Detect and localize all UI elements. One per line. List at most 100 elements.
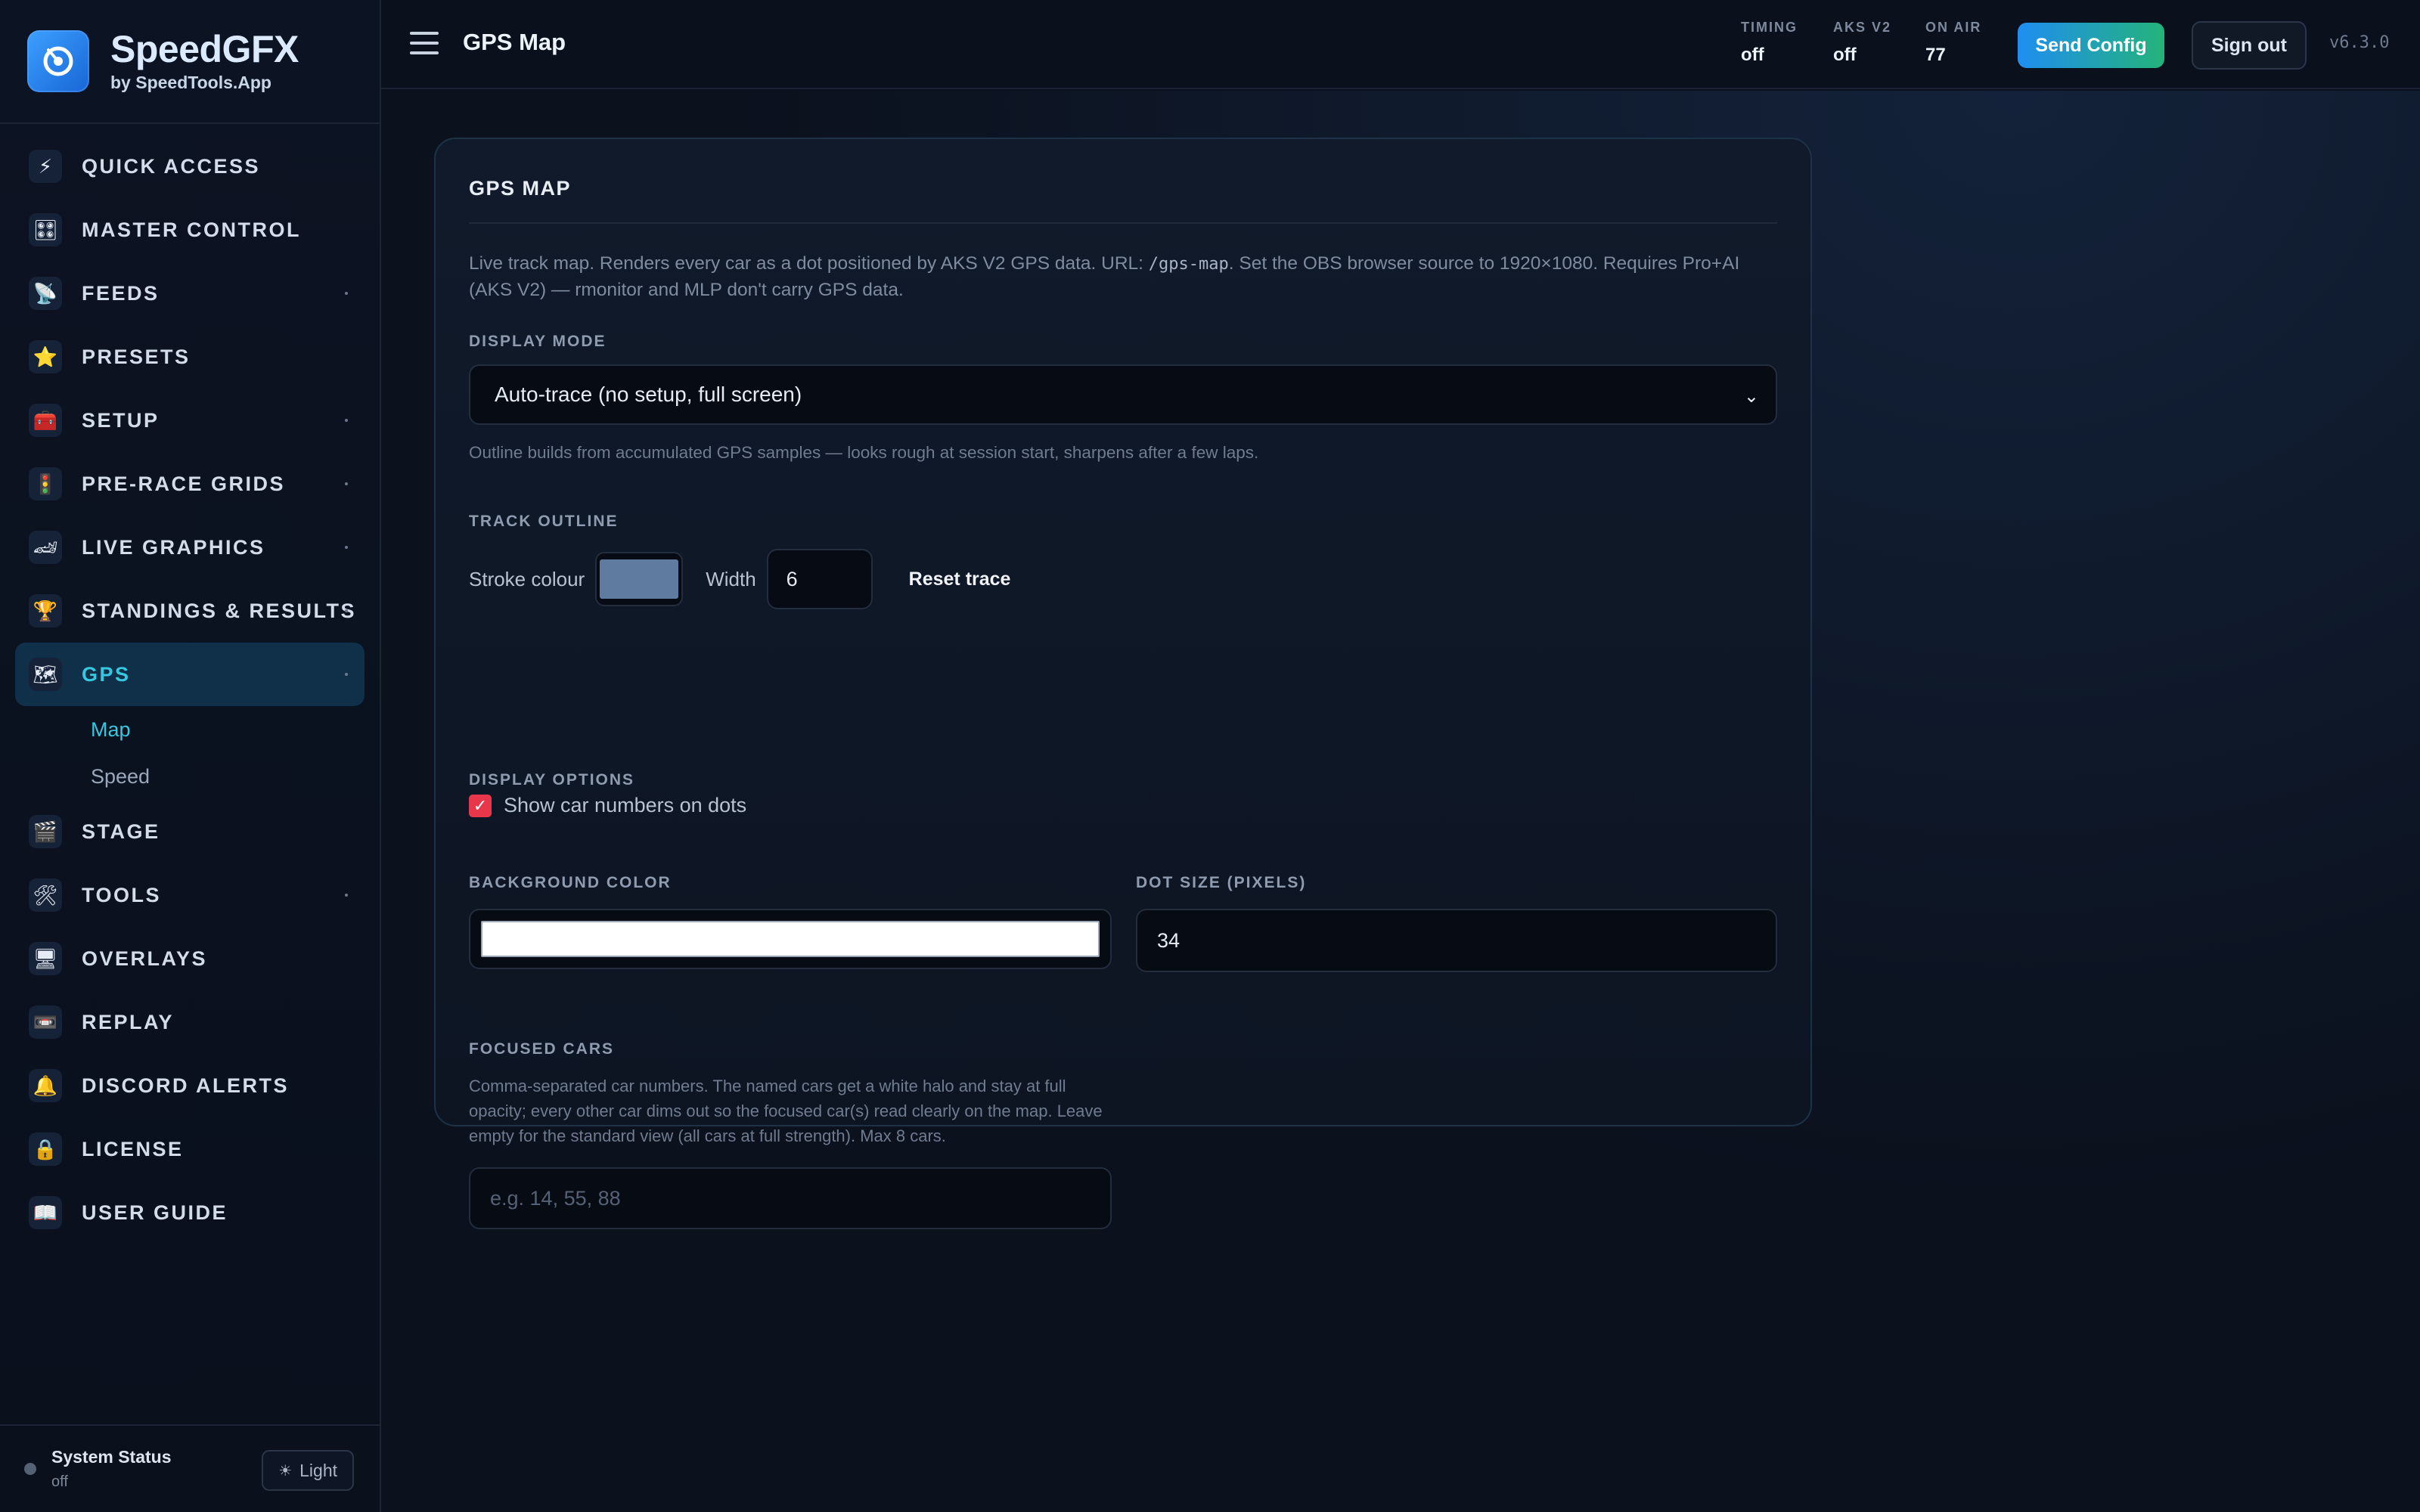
width-input[interactable]: 6 [766,549,873,609]
display-mode-value: Auto-trace (no setup, full screen) [495,383,802,406]
sidebar-item-gps[interactable]: 🗺 GPS [15,643,365,706]
sidebar-item-setup[interactable]: 🧰 SETUP [15,389,365,452]
card-title: GPS MAP [469,177,572,200]
sun-icon: ☀ [278,1462,293,1479]
display-mode-hint: Outline builds from accumulated GPS samp… [469,443,1259,462]
sidebar-item-feeds[interactable]: 📡 FEEDS [15,262,365,325]
stat-value: off [1833,45,1857,65]
sidebar-item-tools[interactable]: 🛠 TOOLS [15,863,365,927]
topbar: GPS Map TIMING off AKS V2 off ON AIR 77 … [381,0,2420,89]
sidebar-item-label: LICENSE [82,1137,184,1160]
stat-label: ON AIR [1925,20,1982,35]
sidebar-item-label: PRE-RACE GRIDS [82,472,286,495]
sidebar-subitem-map[interactable]: Map [0,706,380,753]
sidebar-item-label: STAGE [82,820,160,843]
sidebar-item-label: QUICK ACCESS [82,154,261,178]
track-outline-label: TRACK OUTLINE [469,513,619,530]
sidebar-item-replay[interactable]: 📼 REPLAY [15,990,365,1054]
sidebar-item-label: LIVE GRAPHICS [82,535,265,559]
status-indicator-icon [24,1463,36,1475]
dot-size-label: DOT SIZE (PIXELS) [1136,874,1307,891]
tools-icon: 🛠 [29,878,62,912]
app-logo [27,30,89,92]
focused-cars-input[interactable]: e.g. 14, 55, 88 [469,1167,1112,1229]
sidebar-item-label: DISCORD ALERTS [82,1074,290,1097]
sidebar-item-label: TOOLS [82,883,162,906]
expand-indicator-icon [345,292,348,295]
background-color-swatch [481,921,1100,957]
system-status-value: off [51,1473,68,1490]
display-mode-select[interactable]: Auto-trace (no setup, full screen) ⌄ [469,364,1777,425]
brand[interactable]: SpeedGFX by SpeedTools.App [0,0,380,124]
control-knobs-icon: 🎛 [29,213,62,246]
focused-cars-label: FOCUSED CARS [469,1040,615,1058]
expand-indicator-icon [345,609,348,612]
theme-toggle-button[interactable]: ☀ Light [262,1450,354,1491]
gps-map-card: GPS MAP Live track map. Renders every ca… [434,138,1812,1229]
background-color-picker[interactable] [469,909,1112,969]
card-description: Live track map. Renders every car as a d… [469,253,1740,300]
version-label: v6.3.0 [2329,33,2390,52]
show-numbers-label: Show car numbers on dots [504,794,747,816]
monitor-icon: 🖥 [29,942,62,975]
page-title: GPS Map [463,29,566,55]
book-icon: 📖 [29,1196,62,1229]
stat-on-air: ON AIR 77 [1925,20,1981,66]
sidebar-item-label: OVERLAYS [82,947,208,970]
sidebar-item-user-guide[interactable]: 📖 USER GUIDE [15,1181,365,1244]
race-car-icon: 🏎 [29,531,62,564]
sidebar-item-standings-results[interactable]: 🏆 STANDINGS & RESULTS [15,579,365,643]
sidebar-subitem-speed[interactable]: Speed [0,753,380,800]
reset-trace-button[interactable]: Reset trace [909,569,1011,590]
expand-indicator-icon [345,894,348,897]
brand-subtitle: by SpeedTools.App [110,72,271,92]
sidebar-item-license[interactable]: 🔒 LICENSE [15,1117,365,1181]
sidebar-item-label: FEEDS [82,281,160,305]
divider [469,222,1777,224]
sidebar-item-overlays[interactable]: 🖥 OVERLAYS [15,927,365,990]
sidebar-item-label: MASTER CONTROL [82,218,301,241]
width-label: Width [706,567,756,590]
sidebar-item-label: USER GUIDE [82,1201,228,1224]
dot-size-input[interactable]: 34 [1136,909,1777,972]
sidebar-item-quick-access[interactable]: ⚡ QUICK ACCESS [15,135,365,198]
stat-label: AKS V2 [1833,20,1892,35]
brand-title: SpeedGFX [110,27,299,70]
sidebar-nav: ⚡ QUICK ACCESS 🎛 MASTER CONTROL 📡 FEEDS ⭐ PR… [0,124,380,1244]
show-numbers-row: ✓ Show car numbers on dots [469,794,746,817]
stroke-colour-swatch [600,559,679,599]
star-icon: ⭐ [29,340,62,373]
background-color-label: BACKGROUND COLOR [469,874,672,891]
sidebar-item-discord-alerts[interactable]: 🔔 DISCORD ALERTS [15,1054,365,1117]
map-icon: 🗺 [29,658,62,691]
videotape-icon: 📼 [29,1005,62,1039]
sidebar-item-label: PRESETS [82,345,191,368]
display-mode-label: DISPLAY MODE [469,333,607,350]
send-config-button[interactable]: Send Config [2018,23,2164,68]
sidebar-item-master-control[interactable]: 🎛 MASTER CONTROL [15,198,365,262]
sidebar-item-stage[interactable]: 🎬 STAGE [15,800,365,863]
focused-cars-hint: Comma-separated car numbers. The named c… [469,1077,1103,1145]
stat-label: TIMING [1741,20,1798,35]
clapperboard-icon: 🎬 [29,815,62,848]
sidebar-item-pre-race-grids[interactable]: 🚦 PRE-RACE GRIDS [15,452,365,516]
sidebar: SpeedGFX by SpeedTools.App ⚡ QUICK ACCESS… [0,0,381,1512]
expand-indicator-icon [345,546,348,549]
stat-value: 77 [1925,45,1946,65]
show-numbers-checkbox[interactable]: ✓ [469,794,492,817]
stroke-colour-picker[interactable] [595,552,684,606]
display-options-label: DISPLAY OPTIONS [469,771,635,789]
sidebar-footer: System Status off ☀ Light [0,1424,380,1512]
sidebar-item-label: STANDINGS & RESULTS [82,599,357,622]
menu-icon[interactable] [410,32,439,56]
trophy-icon: 🏆 [29,594,62,627]
sidebar-item-live-graphics[interactable]: 🏎 LIVE GRAPHICS [15,516,365,579]
sign-out-button[interactable]: Sign out [2192,21,2307,70]
sidebar-item-presets[interactable]: ⭐ PRESETS [15,325,365,389]
bolt-icon: ⚡ [29,150,62,183]
bell-icon: 🔔 [29,1069,62,1102]
expand-indicator-icon [345,482,348,485]
stroke-colour-label: Stroke colour [469,567,585,590]
main-content: GPS MAP Live track map. Renders every ca… [381,91,2420,1512]
stat-value: off [1741,45,1764,65]
